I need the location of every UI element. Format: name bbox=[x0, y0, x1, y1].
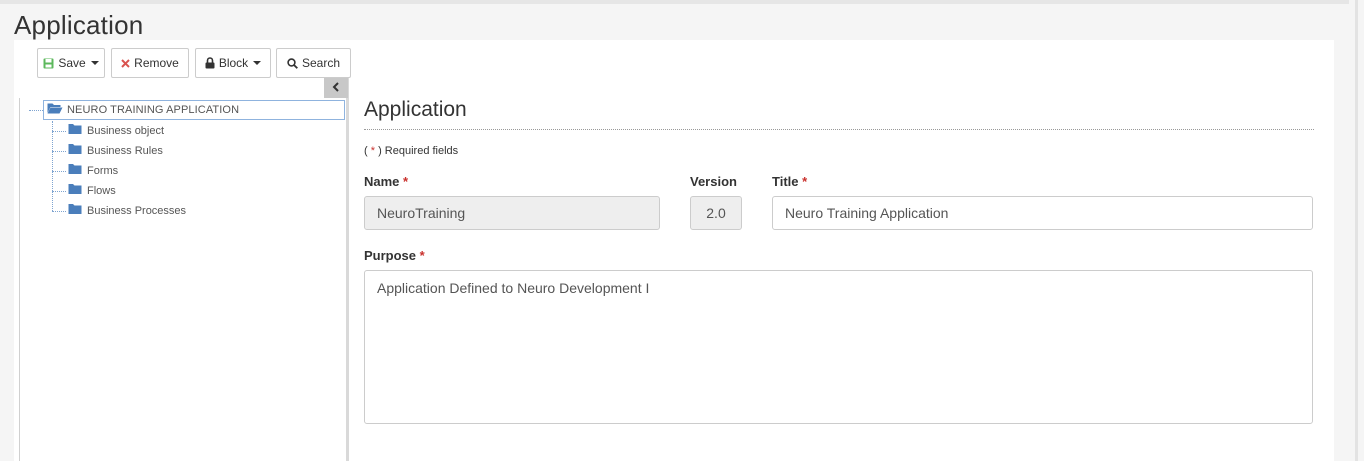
required-note-prefix: ( bbox=[364, 145, 371, 157]
x-icon bbox=[121, 58, 130, 68]
required-note-suffix: ) Required fields bbox=[375, 145, 459, 157]
folder-icon bbox=[68, 142, 82, 160]
purpose-label: Purpose * bbox=[364, 248, 425, 263]
page-title: Application bbox=[14, 10, 144, 40]
tree-item-label: Business Rules bbox=[87, 145, 163, 157]
purpose-field[interactable]: Application Defined to Neuro Development… bbox=[364, 270, 1313, 424]
required-star: * bbox=[802, 174, 808, 189]
folder-icon bbox=[68, 182, 82, 200]
panel-splitter[interactable] bbox=[346, 78, 349, 461]
chevron-down-icon bbox=[253, 61, 262, 65]
save-button[interactable]: Save bbox=[37, 48, 105, 78]
tree-connector bbox=[52, 131, 66, 132]
tree-item-flows[interactable]: Flows bbox=[68, 183, 116, 199]
purpose-label-text: Purpose bbox=[364, 248, 417, 263]
tree-connector bbox=[52, 191, 66, 192]
title-label-text: Title bbox=[772, 174, 799, 189]
version-field[interactable] bbox=[690, 196, 742, 230]
folder-open-icon bbox=[47, 101, 63, 119]
tree-item-label: Business Processes bbox=[87, 205, 187, 217]
tree-connector bbox=[52, 171, 66, 172]
title-label: Title * bbox=[772, 174, 807, 189]
tree-connector bbox=[29, 110, 43, 111]
tree-root-node[interactable]: NEURO TRAINING APPLICATION bbox=[43, 100, 345, 120]
chevron-left-icon bbox=[332, 79, 340, 97]
search-button[interactable]: Search bbox=[276, 48, 351, 78]
block-button-label: Block bbox=[218, 56, 249, 70]
top-strip bbox=[0, 0, 1364, 4]
floppy-disk-icon bbox=[43, 58, 54, 69]
tree-item-forms[interactable]: Forms bbox=[68, 163, 118, 179]
tree-item-label: Flows bbox=[87, 185, 116, 197]
tree-connector bbox=[52, 121, 53, 211]
lock-icon bbox=[205, 57, 215, 69]
form-divider bbox=[364, 129, 1314, 130]
scrollbar-thumb[interactable] bbox=[1355, 0, 1358, 461]
name-field[interactable] bbox=[364, 196, 660, 230]
tree-root-label: NEURO TRAINING APPLICATION bbox=[67, 104, 240, 116]
tree-item-business-object[interactable]: Business object bbox=[68, 123, 164, 139]
chevron-down-icon bbox=[90, 61, 99, 65]
name-label: Name * bbox=[364, 174, 408, 189]
collapse-tree-button[interactable] bbox=[324, 78, 348, 98]
tree-item-business-rules[interactable]: Business Rules bbox=[68, 143, 163, 159]
folder-icon bbox=[68, 162, 82, 180]
remove-button-label: Remove bbox=[134, 56, 179, 70]
search-button-label: Search bbox=[301, 56, 341, 70]
block-button[interactable]: Block bbox=[195, 48, 271, 78]
page-scrollbar[interactable] bbox=[1349, 0, 1364, 461]
folder-icon bbox=[68, 122, 82, 140]
required-fields-note: ( * ) Required fields bbox=[364, 145, 458, 157]
folder-icon bbox=[68, 202, 82, 220]
version-label: Version bbox=[690, 174, 737, 189]
tree-item-label: Forms bbox=[87, 165, 119, 177]
required-star: * bbox=[419, 248, 425, 263]
remove-button[interactable]: Remove bbox=[111, 48, 189, 78]
form-heading: Application bbox=[364, 98, 467, 121]
save-button-label: Save bbox=[58, 56, 86, 70]
tree-connector bbox=[52, 151, 66, 152]
title-field[interactable] bbox=[772, 196, 1313, 230]
required-star: * bbox=[403, 174, 409, 189]
magnifier-icon bbox=[287, 57, 298, 69]
tree-connector bbox=[52, 211, 66, 212]
name-label-text: Name bbox=[364, 174, 400, 189]
tree-item-label: Business object bbox=[87, 125, 165, 137]
tree-item-business-processes[interactable]: Business Processes bbox=[68, 203, 186, 219]
